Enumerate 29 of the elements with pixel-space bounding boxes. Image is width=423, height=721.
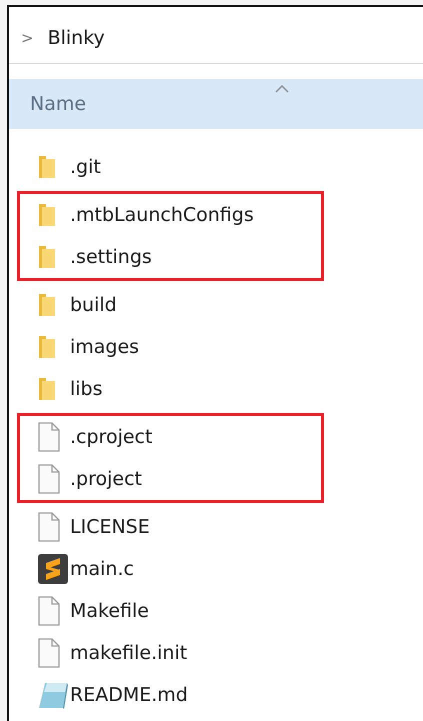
file-name[interactable]: main.c [70,558,134,580]
file-name[interactable]: README.md [70,684,188,706]
file-name[interactable]: makefile.init [70,642,188,664]
folder-icon [37,202,57,228]
file-name[interactable]: build [70,294,117,316]
document-icon [37,638,61,668]
file-name[interactable]: .mtbLaunchConfigs [70,204,254,226]
document-icon [37,512,61,542]
file-name[interactable]: images [70,336,140,358]
document-icon [37,422,61,452]
breadcrumb-folder[interactable]: Blinky [48,27,105,49]
folder-icon [37,292,57,318]
file-name[interactable]: Makefile [70,600,149,622]
code-file-icon [37,553,69,585]
file-name[interactable]: .git [70,156,101,178]
file-name[interactable]: .settings [70,246,152,268]
folder-icon [37,154,57,180]
breadcrumb-separator[interactable]: > [21,29,34,47]
file-name[interactable]: libs [70,378,103,400]
name-column-header[interactable]: Name [9,79,423,129]
file-name[interactable]: LICENSE [70,516,150,538]
document-icon [37,596,61,626]
folder-icon [37,244,57,270]
document-icon [37,464,61,494]
file-name[interactable]: .project [70,468,142,490]
folder-icon [37,376,57,402]
notepad-icon [37,680,69,710]
file-name[interactable]: .cproject [70,426,152,448]
folder-icon [37,334,57,360]
